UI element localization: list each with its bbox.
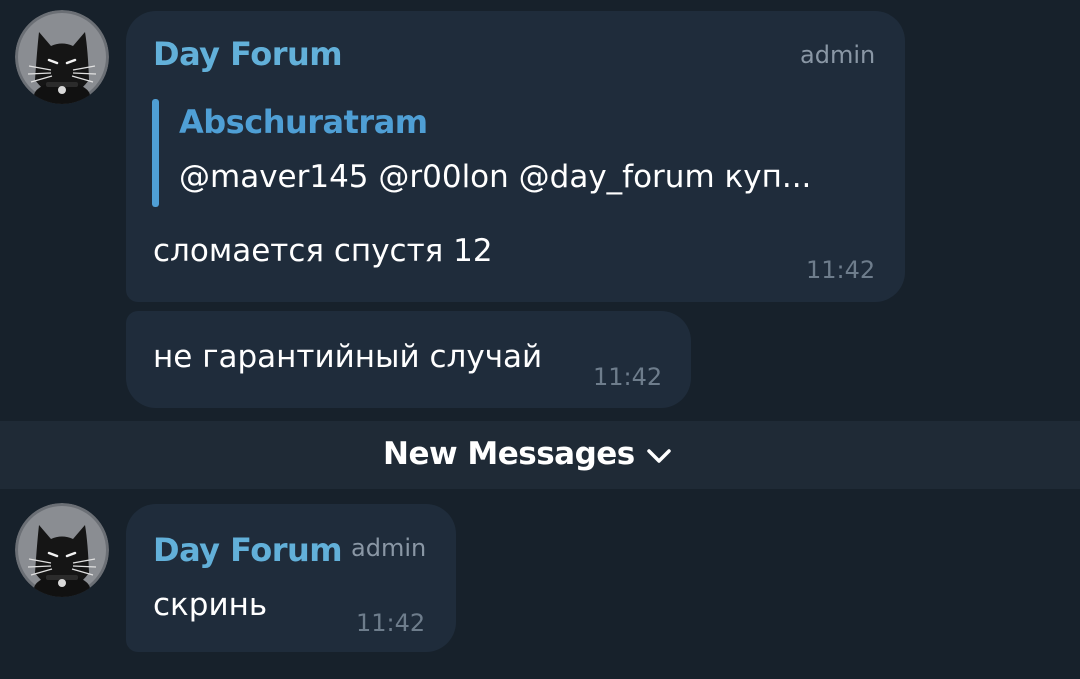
admin-badge: admin bbox=[351, 534, 427, 562]
sender-name[interactable]: Day Forum bbox=[153, 35, 343, 73]
message-text: не гарантийный случай bbox=[153, 339, 543, 375]
message-time: 11:42 bbox=[356, 609, 426, 637]
new-messages-divider[interactable]: New Messages bbox=[0, 421, 1080, 489]
message-text: сломается спустя 12 bbox=[153, 233, 493, 269]
message-time: 11:42 bbox=[806, 256, 876, 284]
message-text: скринь bbox=[153, 587, 268, 623]
sender-avatar[interactable] bbox=[15, 10, 109, 104]
message-bubble[interactable]: не гарантийный случай 11:42 bbox=[126, 311, 691, 408]
new-messages-label: New Messages bbox=[383, 436, 635, 472]
black-cat-avatar-icon bbox=[15, 503, 109, 597]
reply-text: @maver145 @r00lon @day_forum куп... bbox=[179, 159, 812, 195]
reply-author: Abschuratram bbox=[179, 103, 428, 141]
reply-accent-bar bbox=[152, 99, 159, 207]
sender-name[interactable]: Day Forum bbox=[153, 531, 343, 569]
sender-avatar[interactable] bbox=[15, 503, 109, 597]
black-cat-avatar-icon bbox=[15, 10, 109, 104]
admin-badge: admin bbox=[800, 41, 876, 69]
message-bubble[interactable]: Day Forum admin скринь 11:42 bbox=[126, 504, 456, 652]
chevron-down-icon[interactable] bbox=[646, 447, 672, 465]
message-time: 11:42 bbox=[593, 363, 663, 391]
reply-preview[interactable]: Abschuratram @maver145 @r00lon @day_foru… bbox=[152, 99, 872, 207]
message-bubble[interactable]: Day Forum admin Abschuratram @maver145 @… bbox=[126, 11, 905, 302]
